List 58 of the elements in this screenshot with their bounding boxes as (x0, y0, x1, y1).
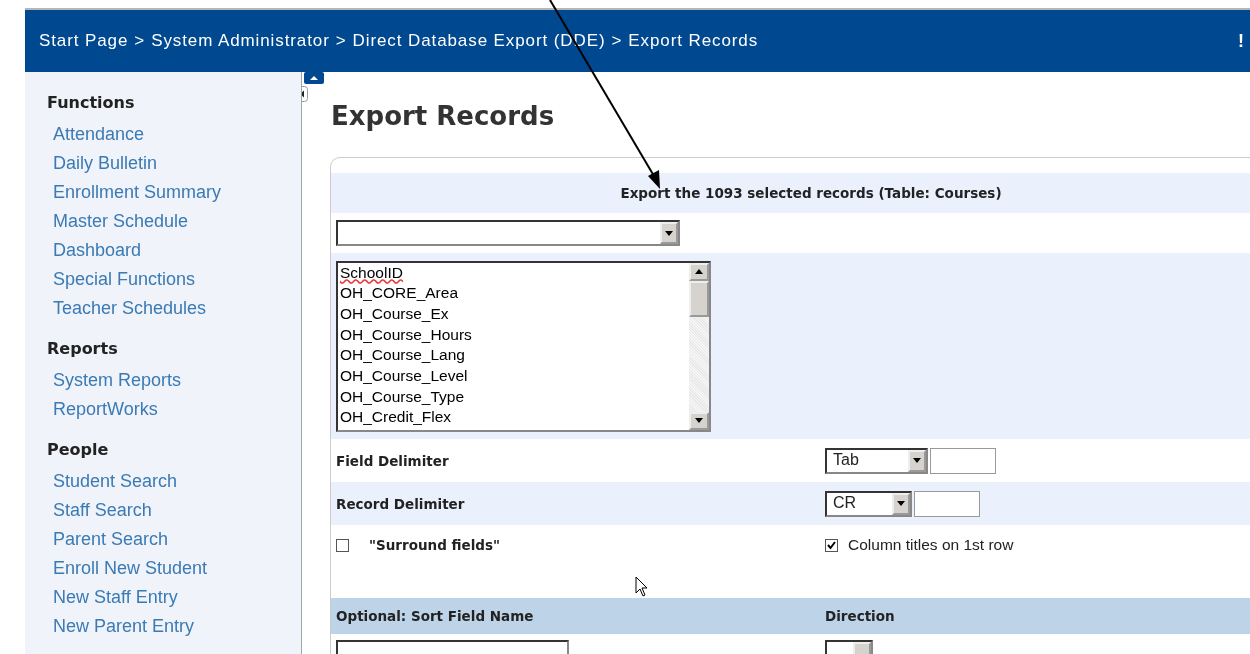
dropdown-arrow-icon (897, 501, 905, 506)
sidebar-link[interactable]: Special Functions (47, 265, 301, 294)
sidebar-link[interactable]: Dashboard (47, 236, 301, 265)
field-label: Field Delimiter (336, 452, 450, 469)
sidebar-link[interactable]: Attendance (47, 120, 301, 149)
sidebar-link[interactable]: New Parent Entry (47, 612, 301, 641)
sidebar-link[interactable]: Enroll New Student (47, 554, 301, 583)
table-dropdown[interactable] (336, 220, 680, 246)
checkbox[interactable] (825, 538, 838, 552)
field-option[interactable]: SchoolID (340, 262, 689, 284)
sidebar-link[interactable]: Staff Search (47, 496, 301, 525)
sidebar-link[interactable]: System Reports (47, 366, 301, 395)
field-option[interactable]: OH_Course_Type (340, 386, 689, 408)
delimiter-dropdown[interactable]: CR (825, 490, 912, 517)
sidebar-link[interactable]: Student Search (47, 467, 301, 496)
field-label: Record Delimiter (336, 495, 466, 512)
field-option[interactable]: OH_Course_Hours (340, 324, 689, 346)
collapse-up-icon[interactable] (304, 72, 324, 84)
delimiter-input[interactable] (914, 490, 980, 517)
sidebar-link[interactable]: Teacher Schedules (47, 294, 301, 323)
field-option[interactable]: OH_Course_Ex (340, 303, 689, 325)
sidebar-heading: Reports (47, 339, 119, 358)
sidebar-link[interactable]: Parent Search (47, 525, 301, 554)
field-option[interactable]: OH_Course_Lang (340, 345, 689, 366)
dropdown-arrow-icon (913, 458, 921, 463)
breadcrumb-separator: > (134, 31, 146, 51)
checkbox-label: "Surround fields" (369, 537, 501, 553)
checkbox-label: Column titles on 1st row (848, 536, 1014, 554)
sidebar-link[interactable]: Master Schedule (47, 207, 301, 236)
column-header: Direction (825, 608, 895, 624)
alert-indicator[interactable]: ! (1238, 30, 1244, 52)
field-option[interactable]: OH_Credit_Flex (340, 407, 689, 429)
scroll-up-icon (695, 269, 703, 274)
column-header: Optional: Sort Field Name (336, 608, 535, 624)
delimiter-dropdown[interactable]: Tab (825, 447, 928, 474)
delimiter-input[interactable] (930, 447, 996, 474)
breadcrumb-separator: > (611, 31, 623, 51)
breadcrumb-link[interactable]: Start Page (39, 31, 129, 51)
page-title: Export Records (331, 100, 555, 133)
sidebar-link[interactable]: New Staff Entry (47, 583, 301, 612)
breadcrumb-link[interactable]: Export Records (628, 31, 759, 51)
field-listbox[interactable]: SchoolID OH_CORE_Area OH_Course_Ex OH_Course_Hours OH_Course_Lang OH_Course_Level OH_Course_Type OH_Credit_Flex (336, 260, 711, 432)
sidebar-link[interactable]: Enrollment Summary (47, 178, 301, 207)
scroll-down-icon (695, 418, 703, 423)
mouse-cursor-icon (635, 576, 649, 598)
sidebar-link[interactable]: Daily Bulletin (47, 149, 301, 178)
scrollbar[interactable] (689, 262, 709, 430)
checkbox[interactable] (336, 538, 349, 552)
scroll-thumb[interactable] (689, 280, 709, 317)
field-option[interactable]: OH_CORE_Area (340, 283, 689, 304)
field-option[interactable]: OH_Course_Level (340, 366, 689, 387)
sidebar-heading: Functions (47, 93, 136, 112)
dropdown-arrow-icon (665, 230, 673, 236)
sidebar-link[interactable]: ReportWorks (47, 395, 301, 424)
breadcrumb-link[interactable]: System Administrator (151, 31, 330, 51)
export-heading: Export the 1093 selected records (Table: Courses) (620, 185, 1002, 201)
sidebar-heading: People (47, 440, 110, 459)
breadcrumb-separator: > (335, 31, 347, 51)
